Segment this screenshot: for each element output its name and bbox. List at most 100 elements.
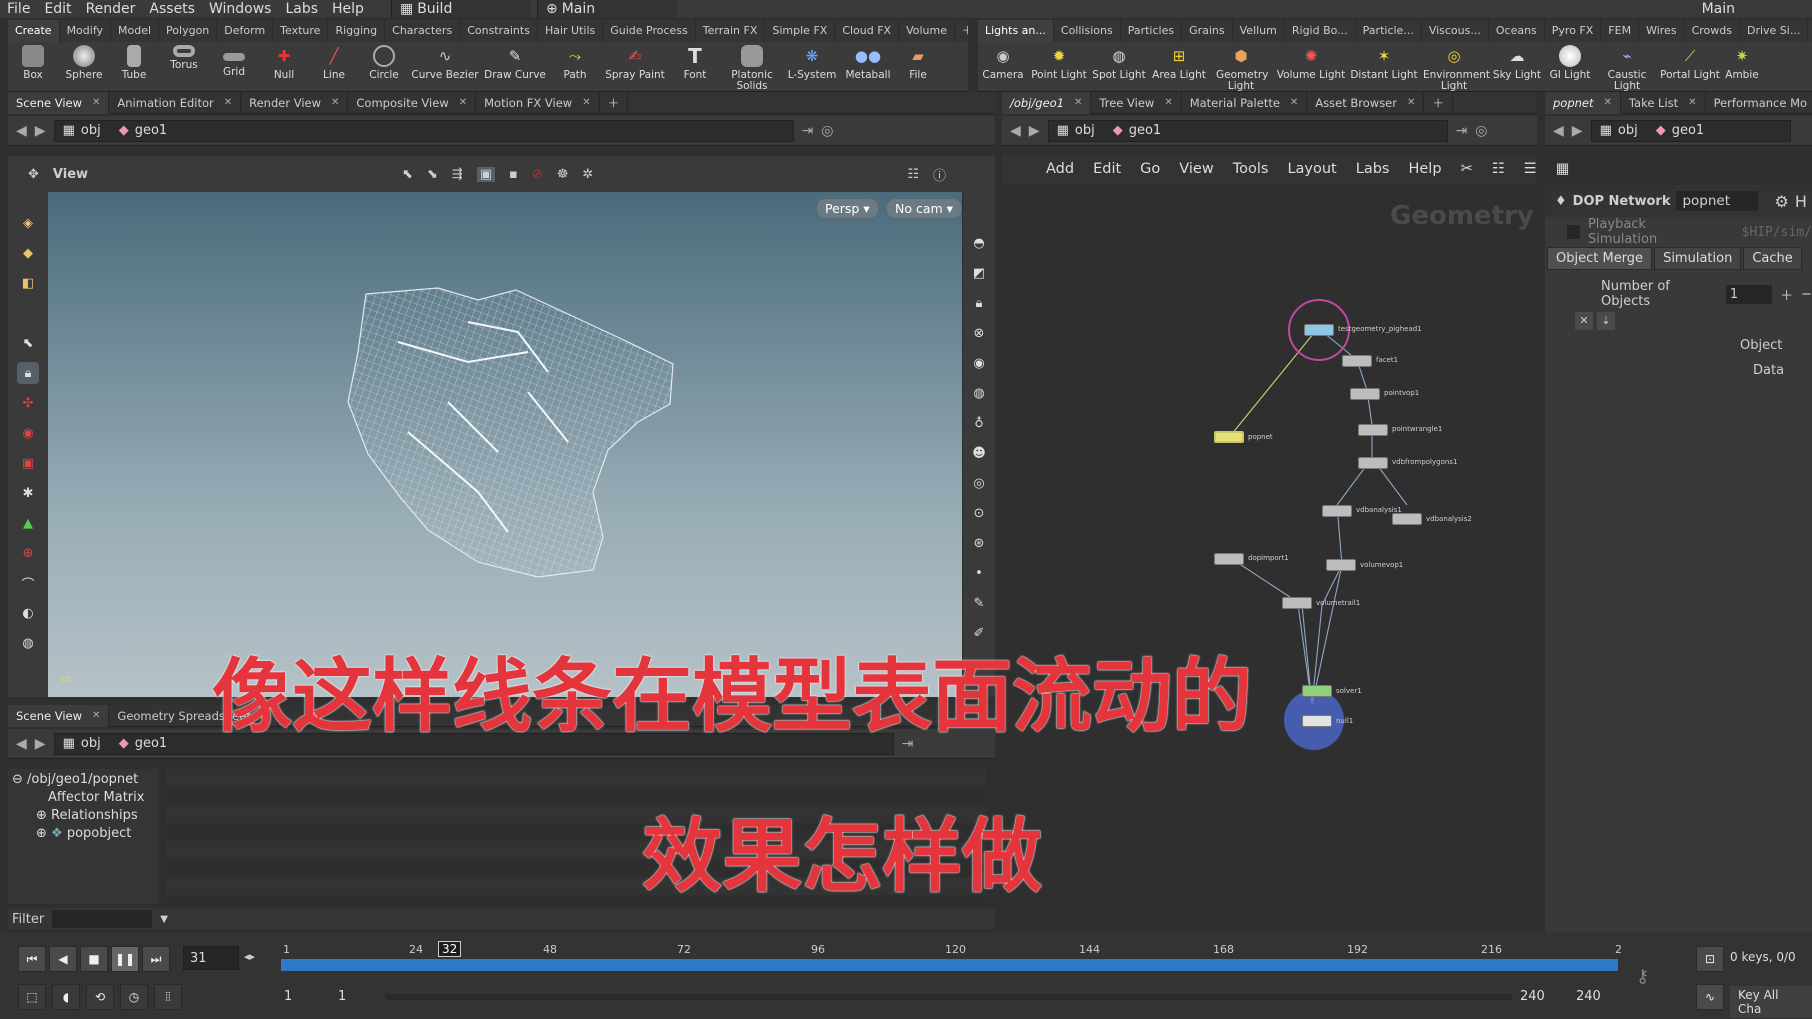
node-vdbfrompolygons[interactable] (1358, 457, 1388, 469)
back-arrow-icon[interactable]: ◀ (16, 736, 27, 752)
node-pointwrangle[interactable] (1358, 424, 1388, 436)
tool-environment-light[interactable]: ◎ Environment Light (1420, 42, 1490, 91)
tree-icon[interactable]: ☷ (907, 167, 919, 182)
tool-caustic-light[interactable]: ⌁ Caustic Light (1596, 42, 1658, 91)
tool-metaball[interactable]: ●● Metaball (842, 42, 894, 81)
path-field[interactable]: ▦ obj ◆ geo1 (53, 119, 794, 142)
shelf-tab[interactable]: Pyro FX (1545, 20, 1602, 42)
add-tab-icon[interactable]: ＋ (600, 91, 629, 114)
shelf-tab[interactable]: Deform (217, 20, 274, 42)
node-facet[interactable] (1342, 355, 1372, 367)
tool-platonic-solids[interactable]: Platonic Solids (722, 42, 782, 91)
plus-button[interactable]: ＋ (1780, 285, 1793, 304)
expand-icon[interactable]: ⊕ (36, 826, 47, 841)
bulb-icon[interactable]: ♁ (968, 412, 990, 434)
node-dopimport[interactable] (1214, 553, 1244, 565)
current-frame-field[interactable]: 31 (183, 946, 239, 970)
tool-distant-light[interactable]: ✶ Distant Light (1350, 42, 1418, 81)
forward-arrow-icon[interactable]: ▶ (1572, 123, 1583, 139)
render-icon[interactable]: ☸ (557, 167, 569, 182)
node-testgeometry[interactable] (1304, 324, 1334, 336)
record-icon[interactable]: ⊘ (532, 167, 543, 182)
tool-circle[interactable]: Circle (360, 42, 408, 81)
tool-geometry-light[interactable]: ⬢ Geometry Light (1210, 42, 1272, 91)
shelf-tab[interactable]: Volume (899, 20, 956, 42)
graph-icon[interactable]: ∿ (1696, 984, 1724, 1010)
tool-box[interactable]: Box (8, 42, 58, 81)
close-view-icon[interactable]: ⊗ (968, 322, 990, 344)
num-objects-field[interactable]: 1 (1725, 284, 1773, 304)
tool-ambient-light[interactable]: ✷ Ambie (1722, 42, 1762, 81)
back-arrow-icon[interactable]: ◀ (16, 123, 27, 139)
network-menu-labs[interactable]: Labs (1356, 161, 1390, 177)
network-menu-go[interactable]: Go (1140, 161, 1160, 177)
snap-icon[interactable]: ⇶ (452, 167, 463, 182)
menu-windows[interactable]: Windows (202, 1, 279, 17)
render-region-icon[interactable]: ◎ (968, 472, 990, 494)
shelf-tab[interactable]: Texture (273, 20, 329, 42)
add-shelf-icon[interactable]: ＋ ▾ (955, 20, 968, 42)
shelf-tab[interactable]: Wires (1639, 20, 1685, 42)
light-icon[interactable]: ◍ (968, 382, 990, 404)
tool-point-light[interactable]: ✹ Point Light (1030, 42, 1088, 81)
camera-menu[interactable]: No cam ▾ (886, 198, 962, 219)
keys-icon[interactable]: ⦙⦙ (154, 984, 182, 1010)
magnet-icon[interactable]: ⌒ (17, 572, 39, 594)
tree-item[interactable]: Affector Matrix (12, 789, 158, 807)
tool-camera[interactable]: ◉ Camera (978, 42, 1028, 81)
tab-animation-editor[interactable]: Animation Editor ✕ (109, 91, 242, 114)
stop-icon[interactable]: ■ (80, 946, 108, 972)
network-menu-edit[interactable]: Edit (1093, 161, 1121, 177)
network-menu-tools[interactable]: Tools (1233, 161, 1269, 177)
desktop-selector[interactable]: ▦ Build (390, 0, 531, 18)
close-icon[interactable]: ✕ (582, 92, 590, 114)
playhead[interactable]: 32 (438, 941, 462, 957)
tab-scene-view[interactable]: Scene View ✕ (8, 91, 110, 114)
node-vdbanalysis2[interactable] (1392, 513, 1422, 525)
tab-render-view[interactable]: Render View ✕ (241, 91, 349, 114)
shading-icon[interactable]: ▪ (509, 167, 518, 182)
step-icon[interactable]: ◂▸ (244, 950, 255, 963)
shelf-tab[interactable]: Oceans (1489, 20, 1545, 42)
tool-sky-light[interactable]: ☁ Sky Light (1490, 42, 1544, 81)
forward-arrow-icon[interactable]: ▶ (35, 736, 46, 752)
pen-icon[interactable]: ✎ (968, 592, 990, 614)
node-volumetrail[interactable] (1282, 597, 1312, 609)
jump-start-icon[interactable]: ⏮ (18, 946, 46, 972)
pin-icon[interactable]: ⇥ (802, 123, 814, 139)
shelf-tab[interactable]: Simple FX (765, 20, 836, 42)
tool-portal-light[interactable]: ⟋ Portal Light (1660, 42, 1720, 81)
tool-sphere[interactable]: Sphere (60, 42, 108, 81)
tab-obj-geo1[interactable]: /obj/geo1 ✕ (1002, 91, 1092, 114)
tool-font[interactable]: T Font (670, 42, 720, 81)
menu-help[interactable]: Help (325, 1, 371, 17)
shelf-tab[interactable]: Vellum (1233, 20, 1285, 42)
tool-gi-light[interactable]: GI Light (1546, 42, 1594, 81)
range-end-field[interactable]: 240 (1514, 984, 1564, 1008)
world-icon[interactable]: ◍ (17, 632, 39, 654)
tool-spray-paint[interactable]: ✍ Spray Paint (602, 42, 668, 81)
close-icon[interactable]: ✕ (1688, 92, 1696, 114)
tool-spot-light[interactable]: ◍ Spot Light (1090, 42, 1148, 81)
tab-material-palette[interactable]: Material Palette ✕ (1182, 91, 1308, 114)
network-menu-add[interactable]: Add (1046, 161, 1074, 177)
sim-path-field[interactable]: $HIP/sim/ (1742, 225, 1812, 240)
close-icon[interactable]: ✕ (1074, 92, 1082, 114)
lasso-icon[interactable]: ⬊ (427, 167, 438, 182)
camera-icon[interactable]: ◩ (968, 262, 990, 284)
network-menu-layout[interactable]: Layout (1287, 161, 1336, 177)
visualize-icon[interactable]: ⊛ (968, 532, 990, 554)
network-menu-view[interactable]: View (1179, 161, 1213, 177)
dot-icon[interactable]: • (968, 562, 990, 584)
tool-null[interactable]: ✚ Null (260, 42, 308, 81)
grid-view-icon[interactable]: ▦ (1556, 161, 1570, 177)
tab-performance-monitor[interactable]: Performance Mo (1706, 92, 1812, 114)
pointer-icon[interactable]: ⬉ (17, 332, 39, 354)
ghost-icon[interactable]: ◉ (968, 352, 990, 374)
node-null[interactable] (1302, 715, 1332, 727)
shelf-tab[interactable]: Polygon (159, 20, 218, 42)
shelf-tab[interactable]: Rigid Bo... (1285, 20, 1356, 42)
tool-area-light[interactable]: ⊞ Area Light (1150, 42, 1208, 81)
minus-button[interactable]: − (1801, 287, 1812, 302)
tree-item[interactable]: ⊖ /obj/geo1/popnet (12, 771, 158, 789)
